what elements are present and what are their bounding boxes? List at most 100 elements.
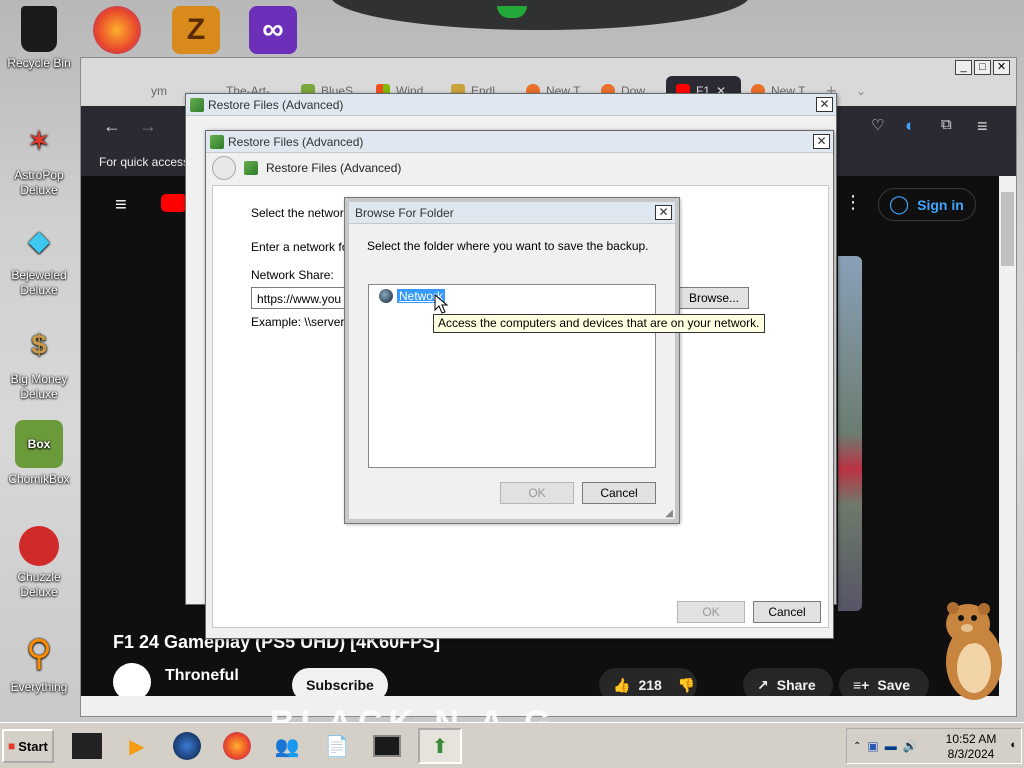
save-label: Save bbox=[877, 677, 911, 693]
hamburger-menu-icon[interactable]: ≡ bbox=[115, 194, 127, 217]
desktop-icon-chomikbox[interactable]: Box ChomikBox bbox=[0, 420, 78, 487]
video-player[interactable] bbox=[838, 256, 862, 611]
astropop-icon: ✶ bbox=[27, 124, 51, 156]
restore-icon: ⬆ bbox=[431, 735, 449, 758]
dialog-titlebar: Browse For Folder ✕ bbox=[349, 202, 675, 224]
taskbar-app-globe[interactable] bbox=[168, 728, 206, 764]
display-tray-icon[interactable]: ▬ bbox=[885, 739, 897, 753]
share-icon: ↗ bbox=[757, 676, 769, 693]
scrollbar-thumb[interactable] bbox=[1001, 192, 1014, 266]
chuzzle-icon bbox=[19, 526, 59, 566]
notepad-icon: 📄 bbox=[324, 735, 350, 758]
puzzle-icon[interactable]: ⧉ bbox=[941, 116, 952, 133]
recycle-bin-icon bbox=[21, 6, 57, 52]
back-arrow-icon[interactable]: ← bbox=[103, 116, 121, 137]
browse-instruction: Select the folder where you want to save… bbox=[367, 239, 649, 253]
folder-tree[interactable]: Network bbox=[368, 284, 656, 468]
ok-button[interactable]: OK bbox=[500, 482, 574, 504]
ok-button[interactable]: OK bbox=[677, 601, 745, 623]
desktop-icon-everything[interactable]: ⚲ Everything bbox=[0, 628, 78, 695]
back-button[interactable] bbox=[212, 156, 236, 180]
network-tooltip: Access the computers and devices that ar… bbox=[433, 314, 765, 333]
desktop-icon-label: Everything bbox=[10, 680, 68, 694]
restore-icon bbox=[244, 161, 258, 175]
thumbs-down-icon[interactable]: 👎 bbox=[678, 677, 695, 694]
firefox-icon bbox=[223, 732, 251, 760]
forward-arrow-icon[interactable]: → bbox=[139, 116, 157, 137]
notification-icon[interactable]: ◐ bbox=[1010, 739, 1017, 751]
save-playlist-icon: ≡+ bbox=[853, 677, 870, 693]
dialog-title: Restore Files (Advanced) bbox=[208, 97, 344, 112]
visual-studio-icon[interactable]: ∞ bbox=[249, 6, 297, 54]
enter-network-text: Enter a network fo bbox=[251, 240, 349, 254]
bejeweled-icon: ◆ bbox=[28, 224, 50, 256]
users-icon: 👥 bbox=[274, 735, 300, 758]
dialog-close-button[interactable]: ✕ bbox=[816, 97, 833, 112]
network-share-input[interactable]: https://www.you bbox=[251, 287, 351, 309]
pocket-icon[interactable]: ♡ bbox=[871, 116, 884, 134]
user-icon: ◯ bbox=[889, 194, 910, 214]
desktop-icon-label: Big Money Deluxe bbox=[10, 372, 68, 401]
browse-button[interactable]: Browse... bbox=[679, 287, 749, 309]
taskbar-app-users[interactable]: 👥 bbox=[268, 728, 306, 764]
taskbar-app-restore-files[interactable]: ⬆ bbox=[418, 728, 462, 764]
system-tray: ⌃ ▣ ▬ 🔊 10:52 AM 8/3/2024 ◐ bbox=[846, 728, 1022, 764]
dialog-close-button[interactable]: ✕ bbox=[655, 205, 672, 220]
desktop-icon-big-money[interactable]: $ Big Money Deluxe bbox=[0, 320, 78, 402]
money-bag-icon: $ bbox=[31, 328, 47, 360]
media-icon bbox=[72, 733, 102, 759]
globe-icon bbox=[173, 732, 201, 760]
desktop-icon-label: Recycle Bin bbox=[7, 56, 71, 70]
taskbar: ■ Start ▶ 👥 📄 ⬆ ⌃ ▣ ▬ 🔊 10:52 AM 8/3/202… bbox=[0, 722, 1024, 768]
minimize-button[interactable]: _ bbox=[955, 60, 972, 75]
menu-icon[interactable]: ≡ bbox=[977, 116, 988, 137]
channel-name[interactable]: Throneful bbox=[165, 667, 239, 685]
zuma-icon[interactable]: Z bbox=[172, 6, 220, 54]
extension-icon[interactable]: ◐ bbox=[905, 116, 915, 136]
terminal-icon bbox=[373, 735, 401, 757]
dialog-close-button[interactable]: ✕ bbox=[813, 134, 830, 149]
thumbs-up-icon: 👍 bbox=[613, 676, 631, 693]
youtube-logo-icon[interactable] bbox=[161, 194, 187, 212]
like-count: 218 bbox=[638, 677, 662, 693]
tab-list-chevron-icon[interactable]: ⌄ bbox=[846, 76, 876, 106]
dialog-titlebar: Restore Files (Advanced) ✕ bbox=[206, 131, 833, 153]
dialog-title: Restore Files (Advanced) bbox=[228, 134, 364, 149]
browse-folder-dialog: Browse For Folder ✕ Select the folder wh… bbox=[344, 197, 680, 524]
cancel-button[interactable]: Cancel bbox=[753, 601, 821, 623]
taskbar-app-firefox[interactable] bbox=[218, 728, 256, 764]
clock-date: 8/3/2024 bbox=[947, 747, 995, 761]
desktop-icon-bejeweled[interactable]: ◆ Bejeweled Deluxe bbox=[0, 216, 78, 298]
desktop-icon-chuzzle[interactable]: Chuzzle Deluxe bbox=[0, 526, 78, 600]
resize-grip-icon[interactable]: ◢ bbox=[665, 508, 673, 519]
hamster-mascot-icon bbox=[946, 602, 1002, 700]
maximize-button[interactable]: □ bbox=[974, 60, 991, 75]
tray-expand-icon[interactable]: ⌃ bbox=[853, 741, 861, 752]
taskbar-app-notepad[interactable]: 📄 bbox=[318, 728, 356, 764]
play-icon: ▶ bbox=[129, 735, 145, 758]
start-label: Start bbox=[18, 738, 48, 754]
sign-in-button[interactable]: ◯ Sign in bbox=[878, 188, 976, 221]
cancel-button[interactable]: Cancel bbox=[582, 482, 656, 504]
video-caption-overlay: BLACK N A G bbox=[270, 708, 556, 722]
dialog-header-title: Restore Files (Advanced) bbox=[266, 161, 402, 175]
taskbar-app-media[interactable] bbox=[68, 728, 106, 764]
firefox-icon[interactable] bbox=[93, 6, 141, 54]
network-tray-icon[interactable]: ▣ bbox=[867, 739, 878, 753]
restore-icon bbox=[190, 97, 204, 112]
desktop-icon-recycle-bin[interactable]: Recycle Bin bbox=[0, 6, 78, 71]
taskbar-app-player[interactable]: ▶ bbox=[118, 728, 156, 764]
start-button[interactable]: ■ Start bbox=[2, 729, 54, 763]
desktop-icon-label: ChomikBox bbox=[8, 472, 70, 486]
close-button[interactable]: ✕ bbox=[993, 60, 1010, 75]
sign-in-label: Sign in bbox=[917, 196, 964, 213]
more-options-icon[interactable]: ⋮ bbox=[844, 192, 862, 213]
chomikbox-icon: Box bbox=[15, 420, 63, 468]
network-globe-icon bbox=[379, 289, 393, 303]
select-network-text: Select the network bbox=[251, 206, 350, 220]
taskbar-app-terminal[interactable] bbox=[368, 728, 406, 764]
dialog-header: Restore Files (Advanced) bbox=[212, 155, 401, 181]
desktop-icon-astropop[interactable]: ✶ AstroPop Deluxe bbox=[0, 116, 78, 198]
volume-icon[interactable]: 🔊 bbox=[903, 739, 918, 753]
clock[interactable]: 10:52 AM 8/3/2024 bbox=[941, 732, 1001, 762]
